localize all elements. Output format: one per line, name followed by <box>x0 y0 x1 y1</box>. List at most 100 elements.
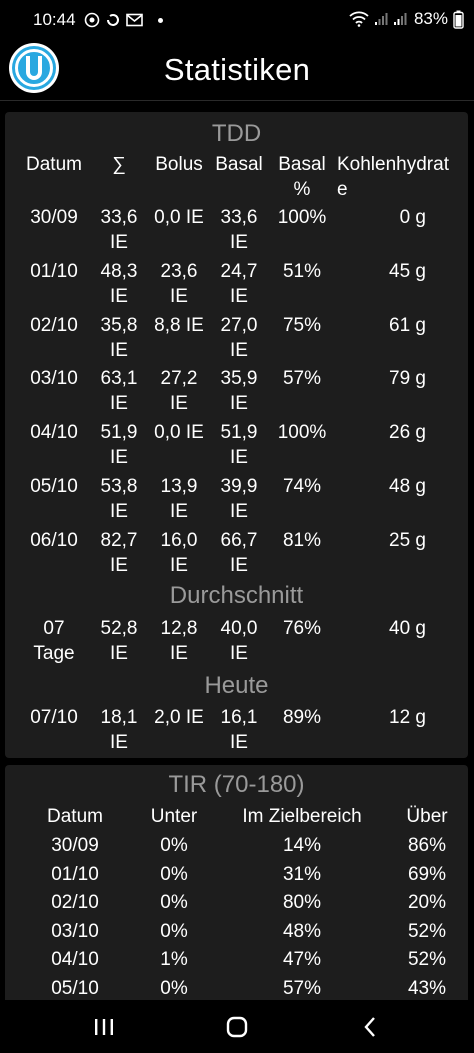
cell-date: 04/10 <box>30 422 78 444</box>
header-sum: ∑ <box>112 154 126 175</box>
cell-bolus: 0,0 IE <box>154 422 204 444</box>
tir-cell-in-range: 31% <box>282 863 322 885</box>
cell-carbs: 40 g <box>389 618 426 639</box>
tir-cell-date: 03/10 <box>51 920 99 942</box>
cell-carbs: 0 g <box>399 207 426 228</box>
tir-cell-date: 02/10 <box>51 892 99 914</box>
tir-cell-above: 20% <box>407 892 447 914</box>
cell-bolus: 2,0 IE <box>154 707 204 728</box>
cell-sum: 82,7 IE <box>100 529 138 576</box>
header-basal: Basal <box>215 154 263 175</box>
cell-sum: 18,1 IE <box>100 707 138 753</box>
cell-basal: 39,9 IE <box>220 476 258 522</box>
cell-sum: 63,1 IE <box>100 368 138 415</box>
cell-bolus: 12,8 IE <box>160 618 198 664</box>
average-title: Durchschnitt <box>169 582 304 609</box>
tir-cell-in-range: 47% <box>282 949 322 971</box>
home-icon <box>226 1016 248 1038</box>
cell-date: 07 Tage <box>33 618 75 664</box>
cell-basal: 27,0 IE <box>220 314 258 361</box>
tir-cell-above: 52% <box>407 920 447 942</box>
tir-cell-in-range: 48% <box>282 920 322 942</box>
today-title: Heute <box>204 672 269 699</box>
cell-carbs: 79 g <box>389 368 426 390</box>
signal-icon <box>374 13 388 25</box>
tir-header-in-range: Im Zielbereich <box>242 806 362 827</box>
cell-basal-pct: 100% <box>277 207 327 228</box>
cell-sum: 48,3 IE <box>100 260 138 307</box>
back-icon <box>364 1017 375 1037</box>
cell-basal-pct: 81% <box>282 529 322 551</box>
more-notifications-icon <box>158 17 163 23</box>
home-button[interactable] <box>217 1012 257 1042</box>
cell-basal-pct: 76% <box>282 618 322 639</box>
cell-basal: 33,6 IE <box>220 207 258 253</box>
cell-date: 06/10 <box>30 529 78 551</box>
cell-date: 03/10 <box>30 368 78 390</box>
tir-header-above: Über <box>406 806 448 827</box>
cell-sum: 52,8 IE <box>100 618 138 664</box>
cell-date: 01/10 <box>30 260 78 282</box>
cell-carbs: 26 g <box>389 422 426 444</box>
cell-date: 02/10 <box>30 314 78 336</box>
mail-icon <box>126 13 143 27</box>
tir-cell-below: 0% <box>160 978 188 999</box>
tir-cell-above: 43% <box>407 978 447 999</box>
tir-title: TIR (70-180) <box>168 771 305 798</box>
tir-cell-date: 05/10 <box>51 978 99 999</box>
back-button[interactable] <box>350 1012 390 1042</box>
tir-cell-date: 30/09 <box>51 835 99 856</box>
tir-cell-below: 0% <box>160 892 188 914</box>
cell-carbs: 12 g <box>389 707 426 728</box>
cell-basal: 66,7 IE <box>220 529 258 576</box>
cell-carbs: 25 g <box>389 529 426 551</box>
tdd-title: TDD <box>211 120 262 147</box>
tdd-card: TDD Datum ∑ Bolus Basal Basal % Kohlenhy… <box>5 112 468 758</box>
cell-carbs: 61 g <box>389 314 426 336</box>
battery-icon <box>453 10 464 29</box>
page-title: Statistiken <box>163 52 311 87</box>
header-date: Datum <box>26 154 82 175</box>
cell-basal-pct: 74% <box>282 476 322 497</box>
wifi-icon <box>349 11 369 27</box>
signal-icon <box>393 13 407 25</box>
recents-button[interactable] <box>84 1012 124 1042</box>
status-notification-icons <box>84 12 163 28</box>
cell-bolus: 16,0 IE <box>160 529 198 576</box>
cell-carbs: 45 g <box>389 260 426 282</box>
header-bolus: Bolus <box>155 154 203 175</box>
tir-cell-below: 1% <box>160 949 188 971</box>
cell-basal-pct: 57% <box>282 368 322 390</box>
status-system-icons: 83% <box>349 9 464 29</box>
navigation-bar <box>0 1000 474 1053</box>
cell-sum: 33,6 IE <box>100 207 138 253</box>
cell-date: 07/10 <box>30 707 78 728</box>
cell-sum: 51,9 IE <box>100 422 138 469</box>
recents-icon <box>95 1019 113 1035</box>
cell-bolus: 27,2 IE <box>160 368 198 415</box>
cell-basal-pct: 51% <box>282 260 322 282</box>
cell-basal: 24,7 IE <box>220 260 258 307</box>
cell-basal: 35,9 IE <box>220 368 258 415</box>
sync-circle-icon <box>107 14 119 26</box>
tir-card: TIR (70-180) Datum Unter Im Zielbereich … <box>5 765 468 1005</box>
cell-basal: 40,0 IE <box>220 618 258 664</box>
app-bar: Statistiken <box>0 38 474 101</box>
cell-sum: 35,8 IE <box>100 314 138 361</box>
header-carbs: Kohlenhydrat e <box>337 154 449 200</box>
tir-cell-date: 04/10 <box>51 949 99 971</box>
cell-bolus: 13,9 IE <box>160 476 198 522</box>
cell-sum: 53,8 IE <box>100 476 138 522</box>
tir-header-date: Datum <box>47 806 103 827</box>
tir-cell-in-range: 14% <box>282 835 322 856</box>
status-bar: 10:44 83% <box>0 0 474 38</box>
tir-cell-below: 0% <box>160 863 188 885</box>
cell-bolus: 0,0 IE <box>154 207 204 228</box>
tir-cell-above: 69% <box>407 863 447 885</box>
cell-carbs: 48 g <box>389 476 426 497</box>
battery-percent: 83% <box>413 9 448 28</box>
tir-cell-date: 01/10 <box>51 863 99 885</box>
tir-cell-below: 0% <box>160 835 188 856</box>
tir-cell-above: 52% <box>407 949 447 971</box>
assistant-icon <box>84 12 100 28</box>
